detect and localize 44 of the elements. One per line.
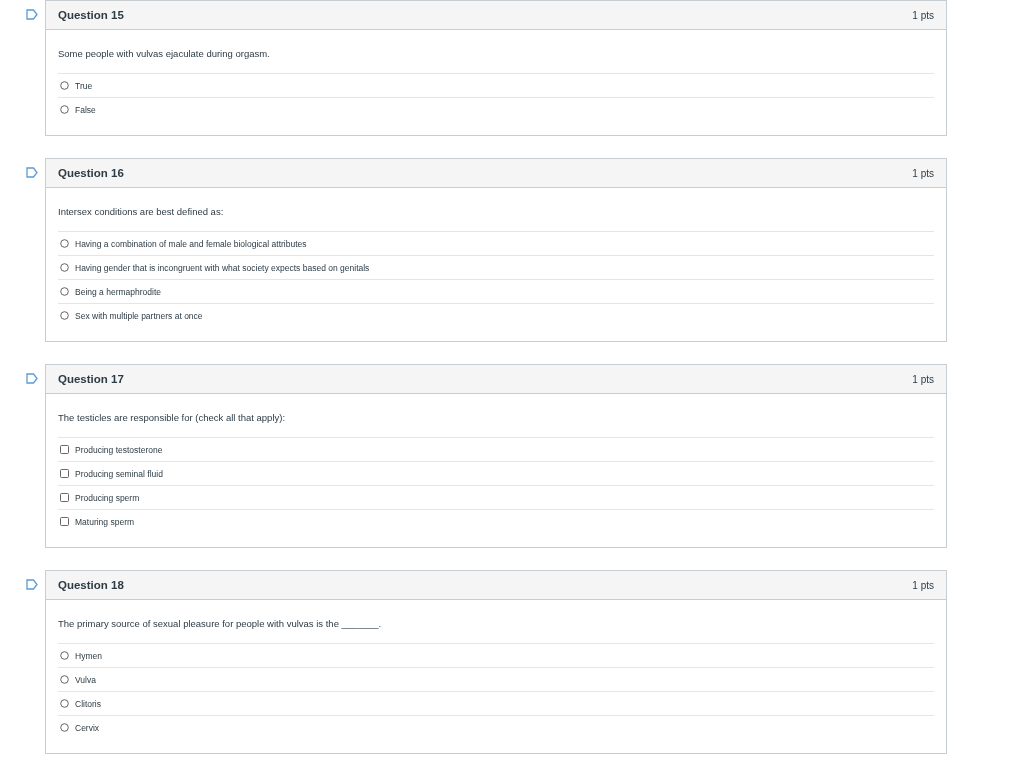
radio-button[interactable] — [60, 311, 69, 320]
answer-option[interactable]: False — [75, 104, 96, 115]
question-text: The testicles are responsible for (check all that apply): — [58, 412, 287, 423]
question-title: Question 16 — [58, 167, 124, 179]
points-label: 1 pts — [912, 373, 934, 385]
answer-option[interactable]: Being a hermaphrodite — [75, 286, 161, 297]
answer-option[interactable]: Sex with multiple partners at once — [75, 310, 203, 321]
checkbox[interactable] — [60, 517, 69, 526]
question-text: The primary source of sexual pleasure for people with vulvas is the _______. — [58, 618, 383, 629]
question-title: Question 18 — [58, 579, 124, 591]
radio-button[interactable] — [60, 723, 69, 732]
radio-button[interactable] — [60, 699, 69, 708]
answer-option[interactable]: Producing sperm — [75, 492, 140, 503]
radio-button[interactable] — [60, 675, 69, 684]
question-text: Some people with vulvas ejaculate during orgasm. — [58, 48, 271, 59]
answer-option[interactable]: Having gender that is incongruent with what society expects based on genitals — [75, 262, 370, 273]
question-title: Question 17 — [58, 373, 124, 385]
answer-option[interactable]: Hymen — [75, 650, 102, 661]
answer-option[interactable]: Clitoris — [75, 698, 101, 709]
bookmark-flag-icon[interactable] — [26, 9, 38, 20]
points-label: 1 pts — [912, 167, 934, 179]
answer-option[interactable]: Producing testosterone — [75, 444, 163, 455]
radio-button[interactable] — [60, 81, 69, 90]
bookmark-flag-icon[interactable] — [26, 167, 38, 178]
checkbox[interactable] — [60, 445, 69, 454]
bookmark-flag-icon[interactable] — [26, 579, 38, 590]
radio-button[interactable] — [60, 105, 69, 114]
radio-button[interactable] — [60, 263, 69, 272]
bookmark-flag-icon[interactable] — [26, 373, 38, 384]
answer-option[interactable]: True — [75, 80, 93, 91]
checkbox[interactable] — [60, 469, 69, 478]
answer-option[interactable]: Vulva — [75, 674, 96, 685]
answer-option[interactable]: Cervix — [75, 722, 100, 733]
question-title: Question 15 — [58, 9, 124, 21]
checkbox[interactable] — [60, 493, 69, 502]
answer-option[interactable]: Having a combination of male and female biological attributes — [75, 238, 307, 249]
radio-button[interactable] — [60, 287, 69, 296]
points-label: 1 pts — [912, 9, 934, 21]
answer-option[interactable]: Maturing sperm — [75, 516, 135, 527]
question-text: Intersex conditions are best defined as: — [58, 206, 225, 217]
radio-button[interactable] — [60, 239, 69, 248]
radio-button[interactable] — [60, 651, 69, 660]
points-label: 1 pts — [912, 579, 934, 591]
answer-option[interactable]: Producing seminal fluid — [75, 468, 163, 479]
